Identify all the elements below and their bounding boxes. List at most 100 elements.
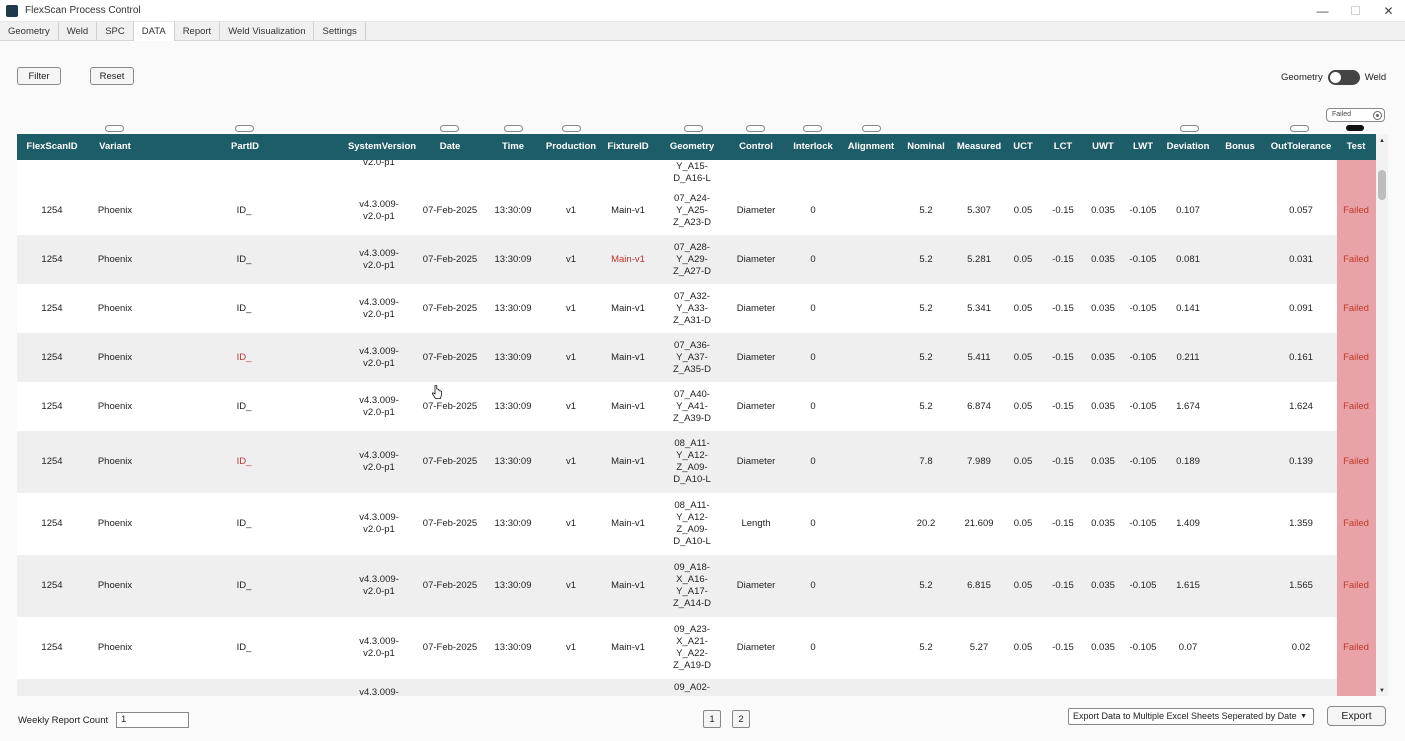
- cell-date: 07-Feb-2025: [422, 351, 478, 363]
- variant-filter[interactable]: [105, 125, 124, 132]
- cell-variant: Phoenix: [97, 456, 133, 467]
- cell-deviation: 1.615: [1176, 580, 1200, 591]
- tab-data[interactable]: DATA: [133, 22, 175, 41]
- cell-lwt: -0.105: [1129, 302, 1157, 314]
- col-nominal[interactable]: Nominal: [907, 134, 944, 160]
- col-alignment[interactable]: Alignment: [848, 134, 894, 160]
- col-flexscanid[interactable]: FlexScanID: [26, 134, 77, 160]
- radio-icon: [1373, 111, 1382, 120]
- cell-geometry: 09_A23- X_A21- Y_A22- Z_A19-D: [672, 624, 712, 671]
- scroll-thumb[interactable]: [1378, 170, 1386, 200]
- scroll-down-icon[interactable]: ▼: [1376, 686, 1388, 696]
- cell-interlock: 0: [810, 400, 816, 412]
- geometry-filter[interactable]: [684, 125, 703, 132]
- date-filter[interactable]: [440, 125, 459, 132]
- cell-date: 07-Feb-2025: [422, 642, 478, 653]
- cell-lct: -0.15: [1052, 351, 1074, 363]
- tab-weld-visualization[interactable]: Weld Visualization: [220, 22, 315, 41]
- cell-date: 07-Feb-2025: [422, 518, 478, 529]
- col-deviation[interactable]: Deviation: [1167, 134, 1210, 160]
- cell-lwt: -0.105: [1129, 642, 1157, 653]
- col-date[interactable]: Date: [440, 134, 461, 160]
- cell-version: v4.3.009- v2.0-p1: [359, 636, 399, 659]
- cell-interlock: 0: [810, 456, 816, 467]
- col-time[interactable]: Time: [502, 134, 524, 160]
- geometry-weld-toggle[interactable]: [1327, 70, 1360, 85]
- col-outtolerance[interactable]: OutTolerance: [1271, 134, 1332, 160]
- col-geometry[interactable]: Geometry: [670, 134, 714, 160]
- test-filter-dropdown[interactable]: Failed: [1326, 108, 1385, 122]
- partid-filter[interactable]: [235, 125, 254, 132]
- export-button[interactable]: Export: [1327, 706, 1386, 726]
- cell-uct: 0.05: [1013, 351, 1033, 363]
- reset-button[interactable]: Reset: [90, 67, 134, 85]
- col-measured[interactable]: Measured: [957, 134, 1001, 160]
- col-variant[interactable]: Variant: [99, 134, 131, 160]
- table-row[interactable]: 1254 Phoenix ID_ v4.3.009- v2.0-p1 07-Feb…: [17, 284, 1376, 333]
- close-button[interactable]: ✕: [1372, 0, 1405, 22]
- cell-fixtureid: Main-v1: [611, 253, 645, 265]
- page-1-button[interactable]: 1: [703, 710, 721, 728]
- cell-version: v4.3.009- v2.0-p1: [359, 345, 399, 369]
- cell-nominal: 5.2: [919, 580, 933, 591]
- col-lct[interactable]: LCT: [1054, 134, 1072, 160]
- filter-button[interactable]: Filter: [17, 67, 61, 85]
- cell-outtolerance: 1.565: [1289, 580, 1313, 591]
- table-row-partial-top[interactable]: v2.0-p1 Y_A15- D_A16-L: [17, 160, 1376, 186]
- cell-production: v1: [565, 518, 577, 529]
- col-fixtureid[interactable]: FixtureID: [607, 134, 648, 160]
- test-filter-indicator[interactable]: [1346, 125, 1364, 131]
- cell-measured: 6.815: [967, 580, 991, 591]
- tab-settings[interactable]: Settings: [314, 22, 366, 41]
- export-mode-value: Export Data to Multiple Excel Sheets Sep…: [1073, 711, 1297, 721]
- col-bonus[interactable]: Bonus: [1225, 134, 1255, 160]
- outtolerance-filter[interactable]: [1290, 125, 1309, 132]
- col-lwt[interactable]: LWT: [1133, 134, 1153, 160]
- table-row[interactable]: 1254 Phoenix ID_ v4.3.009- v2.0-p1 07-Feb…: [17, 555, 1376, 617]
- tab-weld[interactable]: Weld: [59, 22, 98, 41]
- cell-geometry: 07_A32- Y_A33- Z_A31-D: [672, 290, 712, 326]
- minimize-button[interactable]: —: [1306, 0, 1339, 22]
- table-row[interactable]: 1254 Phoenix ID_ v4.3.009- v2.0-p1 07-Feb…: [17, 431, 1376, 493]
- tab-report[interactable]: Report: [175, 22, 221, 41]
- cell-flexscanid: 1254: [41, 518, 63, 529]
- col-test[interactable]: Test: [1347, 134, 1366, 160]
- col-systemversion[interactable]: SystemVersion: [348, 134, 416, 160]
- cell-measured: 7.989: [967, 456, 991, 467]
- table-row[interactable]: 1254 Phoenix ID_ v4.3.009- v2.0-p1 07-Feb…: [17, 235, 1376, 284]
- col-control[interactable]: Control: [739, 134, 773, 160]
- col-production[interactable]: Production: [546, 134, 596, 160]
- table-row[interactable]: 1254 Phoenix ID_ v4.3.009- v2.0-p1 07-Feb…: [17, 617, 1376, 679]
- weekly-report-count-input[interactable]: 1: [116, 712, 189, 728]
- table-row[interactable]: 1254 Phoenix ID_ v4.3.009- v2.0-p1 07-Feb…: [17, 333, 1376, 382]
- table-row[interactable]: 1254 Phoenix ID_ v4.3.009- v2.0-p1 07-Feb…: [17, 493, 1376, 555]
- time-filter[interactable]: [504, 125, 523, 132]
- cell-measured: 6.874: [967, 400, 991, 412]
- table-row[interactable]: 1254 Phoenix ID_ v4.3.009- v2.0-p1 07-Feb…: [17, 186, 1376, 235]
- production-filter[interactable]: [562, 125, 581, 132]
- test-cell: Failed: [1337, 617, 1376, 679]
- control-filter[interactable]: [746, 125, 765, 132]
- table-scrollbar[interactable]: ▲ ▼: [1376, 134, 1388, 696]
- col-interlock[interactable]: Interlock: [793, 134, 833, 160]
- table-row[interactable]: 1254 Phoenix ID_ v4.3.009- v2.0-p1 07-Feb…: [17, 382, 1376, 431]
- cell-fixtureid: Main-v1: [611, 642, 645, 653]
- alignment-filter[interactable]: [862, 125, 881, 132]
- table-row-partial-bottom[interactable]: v4.3.009- 09_A02-: [17, 679, 1376, 696]
- page-2-button[interactable]: 2: [732, 710, 750, 728]
- export-mode-select[interactable]: Export Data to Multiple Excel Sheets Sep…: [1068, 708, 1314, 725]
- cell-variant: Phoenix: [97, 518, 133, 529]
- col-uwt[interactable]: UWT: [1092, 134, 1114, 160]
- deviation-filter[interactable]: [1180, 125, 1199, 132]
- cell-deviation: 1.674: [1176, 400, 1200, 412]
- col-uct[interactable]: UCT: [1013, 134, 1033, 160]
- col-partid[interactable]: PartID: [231, 134, 259, 160]
- tab-geometry[interactable]: Geometry: [0, 22, 59, 41]
- tab-spc[interactable]: SPC: [97, 22, 134, 41]
- cell-time: 13:30:09: [494, 302, 532, 314]
- interlock-filter[interactable]: [803, 125, 822, 132]
- maximize-button[interactable]: ☐: [1339, 0, 1372, 22]
- scroll-up-icon[interactable]: ▲: [1376, 136, 1388, 146]
- cell-variant: Phoenix: [97, 204, 133, 216]
- cell-time: 13:30:09: [494, 456, 532, 467]
